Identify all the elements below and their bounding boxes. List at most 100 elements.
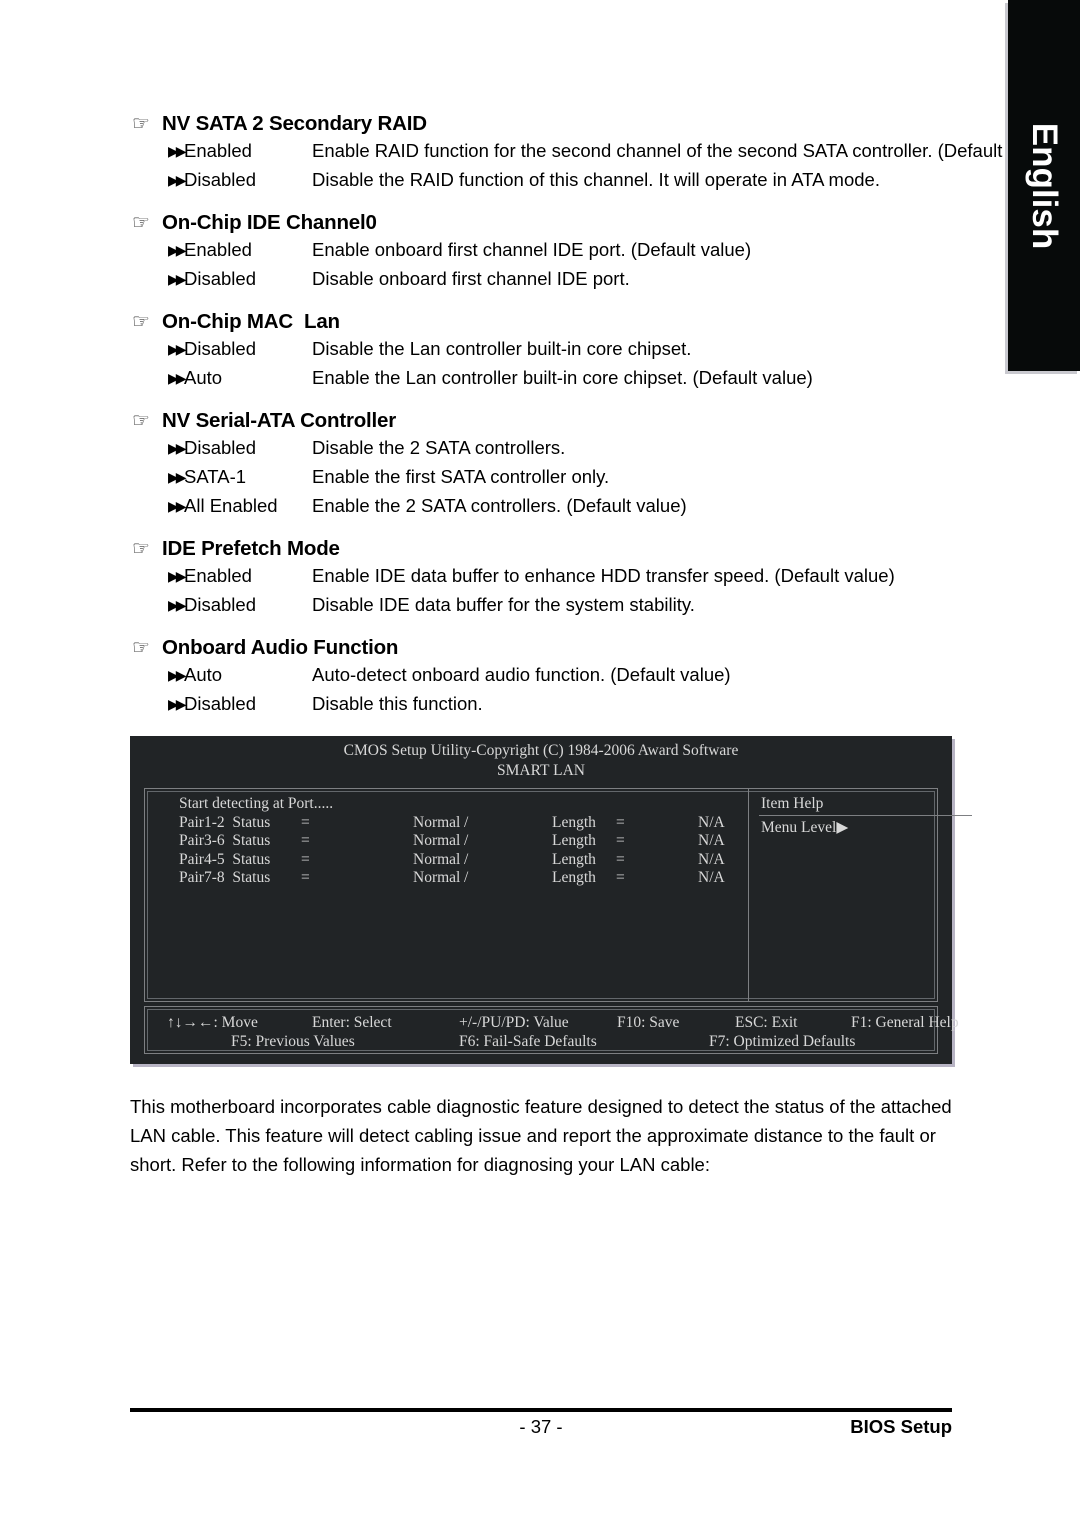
section-title: On-Chip IDE Channel0: [162, 211, 377, 234]
key-previous-values[interactable]: F5: Previous Values: [231, 1032, 459, 1051]
key-fail-safe-defaults[interactable]: F6: Fail-Safe Defaults: [459, 1032, 709, 1051]
option-description: Disable this function.: [312, 693, 483, 714]
option-description: Disable the Lan controller built-in core…: [312, 338, 692, 359]
key-general-help[interactable]: F1: General Help: [851, 1013, 959, 1032]
key-optimized-defaults[interactable]: F7: Optimized Defaults: [709, 1032, 855, 1051]
bios-title-line2: SMART LAN: [497, 762, 585, 780]
page-number: - 37 -: [519, 1416, 563, 1437]
section-title: On-Chip MAC Lan: [162, 310, 340, 333]
option-name: Disabled: [184, 594, 256, 615]
separator: /: [464, 832, 469, 849]
menu-level-arrow-icon: ▶: [836, 819, 849, 836]
length-value: N/A: [698, 850, 725, 868]
key-select[interactable]: Enter: Select: [312, 1013, 459, 1032]
option-row: ▶▶ Disabled Disable the 2 SATA controlle…: [168, 437, 1008, 466]
footer-divider: [130, 1408, 952, 1412]
key-legend-row-1: ↑↓→←: Move Enter: Select +/-/PU/PD: Valu…: [145, 1013, 959, 1032]
double-arrow-icon: ▶▶: [168, 667, 187, 683]
pointing-hand-icon: ☞: [132, 113, 150, 135]
option-description: Disable IDE data buffer for the system s…: [312, 594, 695, 615]
option-name: Auto: [184, 367, 223, 388]
equals-sign: =: [301, 850, 310, 868]
option-description: Enable onboard first channel IDE port. (…: [312, 239, 752, 260]
equals-sign: =: [616, 813, 625, 831]
length-label: Length: [552, 813, 596, 831]
option-row: ▶▶ Enabled Enable RAID function for the …: [168, 140, 1058, 169]
bios-title-bar: CMOS Setup Utility-Copyright (C) 1984-20…: [130, 736, 952, 782]
option-row: ▶▶ Disabled Disable onboard first channe…: [168, 268, 1008, 297]
table-row[interactable]: Pair4-5 Status = Normal / Length = N/A: [179, 851, 748, 870]
option-description: Disable onboard first channel IDE port.: [312, 268, 630, 289]
pair-status: Normal: [413, 869, 461, 886]
option-row: ▶▶ Disabled Disable IDE data buffer for …: [168, 594, 1008, 623]
option-name: Auto: [184, 664, 223, 685]
bios-key-legend: ↑↓→←: Move Enter: Select +/-/PU/PD: Valu…: [144, 1006, 959, 1054]
pair-label: Pair3-6 Status: [179, 832, 271, 849]
section-on-chip-mac-lan: ☞ On-Chip MAC Lan ▶▶ Disabled Disable th…: [0, 310, 1008, 396]
pair-label: Pair4-5 Status: [179, 850, 271, 868]
section-heading: ☞ IDE Prefetch Mode: [132, 537, 1008, 561]
equals-sign: =: [301, 813, 310, 831]
equals-sign: =: [616, 832, 625, 849]
section-heading: ☞ Onboard Audio Function: [132, 636, 1008, 660]
option-row: ▶▶ Disabled Disable this function.: [168, 693, 1008, 722]
separator: /: [464, 850, 469, 868]
key-save[interactable]: F10: Save: [617, 1013, 735, 1032]
pair-status: Normal: [413, 832, 461, 849]
key-exit[interactable]: ESC: Exit: [735, 1013, 851, 1032]
option-row: ▶▶ Enabled Enable IDE data buffer to enh…: [168, 565, 1008, 594]
option-name: Enabled: [184, 565, 252, 586]
footer-section-label: BIOS Setup: [850, 1416, 952, 1437]
option-description: Enable IDE data buffer to enhance HDD tr…: [312, 565, 895, 586]
menu-level-row: Menu Level▶: [759, 816, 962, 838]
key-move[interactable]: ↑↓→←: Move: [167, 1013, 312, 1032]
option-row: ▶▶ Auto Auto-detect onboard audio functi…: [168, 664, 1008, 693]
option-name: Disabled: [184, 268, 256, 289]
option-description: Auto-detect onboard audio function. (Def…: [312, 664, 731, 685]
equals-sign: =: [301, 869, 310, 886]
table-row[interactable]: Pair1-2 Status = Normal / Length = N/A: [179, 814, 748, 833]
section-title: IDE Prefetch Mode: [162, 537, 340, 560]
option-name: Enabled: [184, 140, 252, 161]
equals-sign: =: [301, 832, 310, 849]
option-row: ▶▶ SATA-1 Enable the first SATA controll…: [168, 466, 1008, 495]
key-value[interactable]: +/-/PU/PD: Value: [459, 1013, 617, 1032]
bios-main-panel: Start detecting at Port..... Pair1-2 Sta…: [145, 789, 748, 1001]
section-title: Onboard Audio Function: [162, 636, 399, 659]
menu-level-label: Menu Level: [761, 819, 837, 836]
double-arrow-icon: ▶▶: [168, 143, 187, 159]
section-nv-serial-ata-controller: ☞ NV Serial-ATA Controller ▶▶ Disabled D…: [0, 409, 1008, 524]
option-name: Disabled: [184, 169, 256, 190]
option-description: Enable the Lan controller built-in core …: [312, 367, 813, 388]
double-arrow-icon: ▶▶: [168, 172, 187, 188]
option-row: ▶▶ All Enabled Enable the 2 SATA control…: [168, 495, 1008, 524]
option-row: ▶▶ Disabled Disable the Lan controller b…: [168, 338, 1008, 367]
equals-sign: =: [616, 869, 625, 886]
double-arrow-icon: ▶▶: [168, 597, 187, 613]
footer-row: - 37 - BIOS Setup: [130, 1416, 952, 1442]
pair-label: Pair1-2 Status: [179, 813, 271, 831]
double-arrow-icon: ▶▶: [168, 341, 187, 357]
option-name: Disabled: [184, 437, 256, 458]
pointing-hand-icon: ☞: [132, 212, 150, 234]
table-row[interactable]: Pair3-6 Status = Normal / Length = N/A: [179, 832, 748, 851]
double-arrow-icon: ▶▶: [168, 568, 187, 584]
section-title: NV Serial-ATA Controller: [162, 409, 397, 432]
pointing-hand-icon: ☞: [132, 637, 150, 659]
option-description: Disable the RAID function of this channe…: [312, 169, 880, 190]
pointing-hand-icon: ☞: [132, 410, 150, 432]
double-arrow-icon: ▶▶: [168, 469, 187, 485]
section-nv-sata-2-secondary-raid: ☞ NV SATA 2 Secondary RAID ▶▶ Enabled En…: [0, 0, 1058, 198]
option-description: Enable the first SATA controller only.: [312, 466, 610, 487]
section-heading: ☞ NV Serial-ATA Controller: [132, 409, 1008, 433]
table-row[interactable]: Pair7-8 Status = Normal / Length = N/A: [179, 869, 748, 888]
option-row: ▶▶ Disabled Disable the RAID function of…: [168, 169, 1008, 198]
pair-status: Normal: [413, 850, 461, 868]
section-heading: ☞ NV SATA 2 Secondary RAID: [132, 112, 1008, 136]
